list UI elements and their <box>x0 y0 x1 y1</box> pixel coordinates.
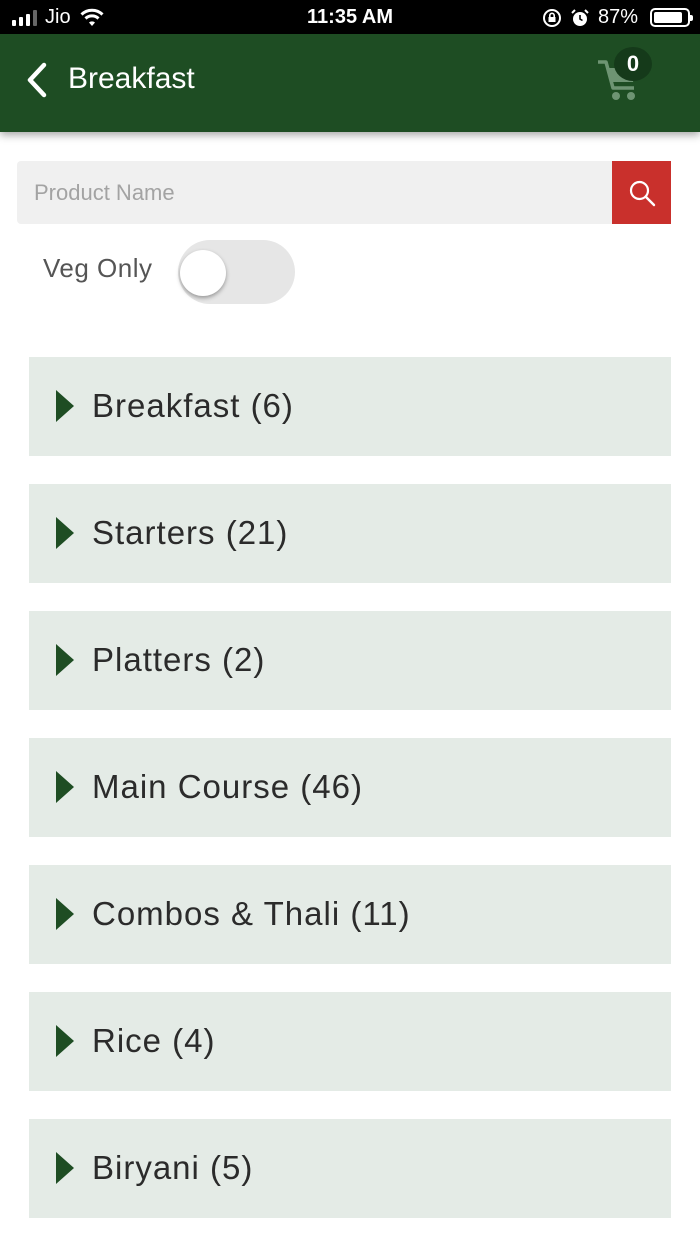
caret-right-icon <box>56 771 74 803</box>
wifi-icon <box>80 8 104 26</box>
cellular-signal-icon <box>12 9 37 26</box>
category-list: Breakfast (6) Starters (21) Platters (2)… <box>29 357 671 1244</box>
category-label: Rice (4) <box>92 1022 216 1059</box>
caret-right-icon <box>56 390 74 422</box>
cart-count-badge: 0 <box>614 47 652 81</box>
search-icon <box>629 180 655 206</box>
status-right: 87% <box>542 6 693 29</box>
status-left: Jio <box>12 6 105 29</box>
chevron-left-icon <box>27 62 47 98</box>
caret-right-icon <box>56 644 74 676</box>
category-item[interactable]: Main Course (46) <box>29 738 671 837</box>
category-label: Combos & Thali (11) <box>92 895 411 932</box>
category-item[interactable]: Breakfast (6) <box>29 357 671 456</box>
category-item[interactable]: Rice (4) <box>29 992 671 1091</box>
back-button[interactable] <box>22 60 58 100</box>
status-bar: Jio 11:35 AM 87% <box>0 0 700 34</box>
battery-icon <box>650 8 693 27</box>
category-label: Starters (21) <box>92 514 289 551</box>
page-title: Breakfast <box>68 62 195 95</box>
category-label: Platters (2) <box>92 641 266 678</box>
toggle-knob <box>180 250 226 296</box>
category-label: Biryani (5) <box>92 1149 254 1186</box>
category-item[interactable]: Combos & Thali (11) <box>29 865 671 964</box>
category-item[interactable]: Platters (2) <box>29 611 671 710</box>
category-label: Main Course (46) <box>92 768 363 805</box>
caret-right-icon <box>56 517 74 549</box>
category-item[interactable]: Biryani (5) <box>29 1119 671 1218</box>
caret-right-icon <box>56 898 74 930</box>
veg-only-label: Veg Only <box>43 253 153 283</box>
app-header: Breakfast 0 <box>0 34 700 132</box>
veg-only-toggle[interactable] <box>178 240 295 304</box>
search-bar <box>17 161 671 224</box>
caret-right-icon <box>56 1152 74 1184</box>
search-button[interactable] <box>612 161 671 224</box>
category-label: Breakfast (6) <box>92 387 294 424</box>
alarm-icon <box>571 8 589 26</box>
battery-percent: 87% <box>597 6 638 28</box>
category-item[interactable]: Starters (21) <box>29 484 671 583</box>
caret-right-icon <box>56 1025 74 1057</box>
search-input[interactable] <box>17 161 612 224</box>
carrier-name: Jio <box>45 6 71 28</box>
rotation-lock-icon <box>542 8 561 27</box>
